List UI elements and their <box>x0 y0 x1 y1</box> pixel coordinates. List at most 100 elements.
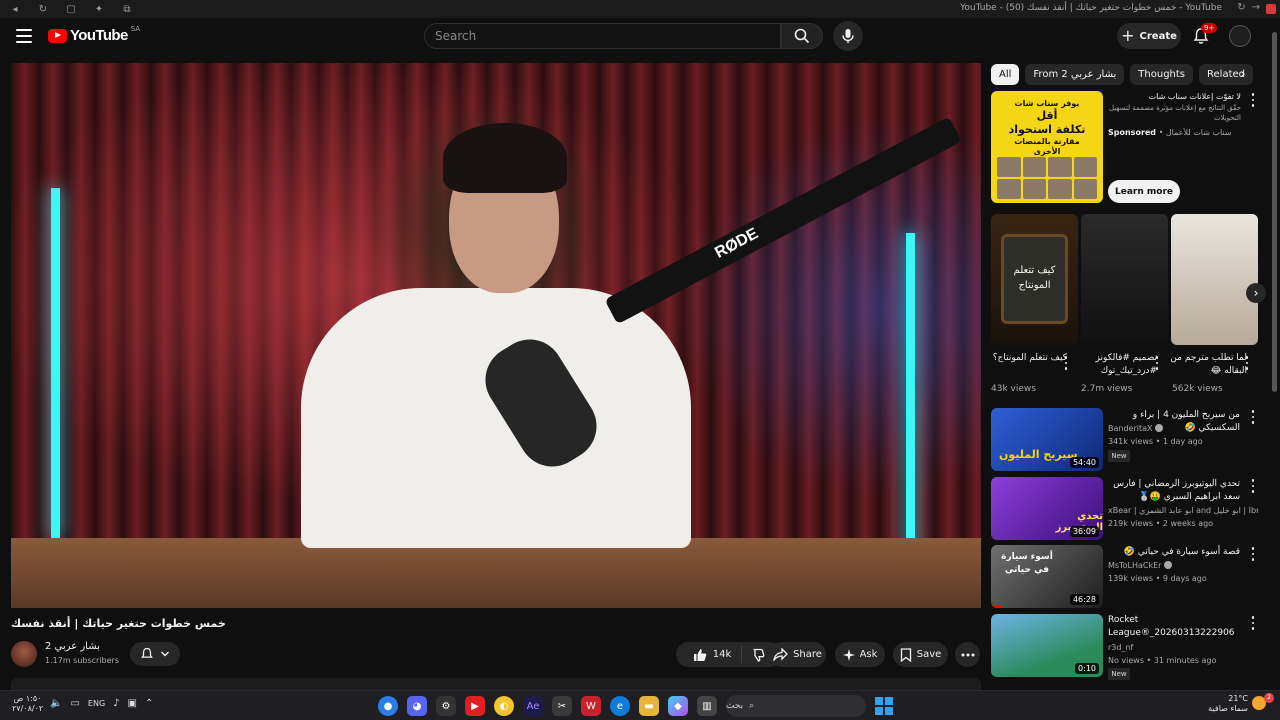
volume-icon[interactable]: 🔈 <box>50 698 62 709</box>
browser-tab-icon[interactable]: ⧉ <box>120 4 134 15</box>
short-thumbnail[interactable]: كيف تتعلم المونتاج <box>991 214 1078 345</box>
steam-app-icon[interactable]: ⚙ <box>436 696 456 716</box>
learn-more-button[interactable]: Learn more <box>1108 180 1180 203</box>
discord-app-icon[interactable]: ◕ <box>407 696 427 716</box>
scrollbar-thumb[interactable] <box>1272 32 1277 392</box>
account-avatar[interactable] <box>1229 25 1251 47</box>
video-desk <box>11 538 981 608</box>
browser-controls: ◂ ↻ ▢ ✦ ⧉ <box>0 4 134 15</box>
video-channel[interactable]: xBear | ابو عابد الشمري and ابو خليل | I… <box>1108 506 1258 515</box>
chip-from-channel[interactable]: From بشار عربي 2 <box>1025 63 1125 85</box>
short-title[interactable]: كيف تتعلم المونتاج؟ <box>989 352 1067 365</box>
edge-app-icon[interactable]: e <box>610 696 630 716</box>
notification-badge: 9+ <box>1201 23 1218 33</box>
video-person-hair <box>443 123 567 193</box>
notifications-button[interactable]: 9+ <box>1192 23 1218 47</box>
taskbar-search[interactable]: ⌕ بحث <box>726 695 866 717</box>
search-button[interactable] <box>781 23 823 49</box>
video-player[interactable]: RØDE <box>11 63 981 608</box>
menu-icon[interactable] <box>16 29 32 43</box>
more-actions-button[interactable] <box>955 642 980 667</box>
clock[interactable]: ١:٥٠ ص ٢٧/٠٨/٠٢ <box>12 694 43 714</box>
short-menu-icon[interactable] <box>1242 355 1252 371</box>
task-view-icon[interactable]: ▥ <box>697 696 717 716</box>
video-thumbnail[interactable]: 0:10 <box>991 614 1103 677</box>
video-meta: 139k views • 9 days ago <box>1108 574 1207 583</box>
browser-refresh-icon[interactable]: ↻ <box>36 4 50 15</box>
subscribed-notifications-button[interactable] <box>130 642 180 666</box>
video-title-link[interactable]: تحدي اليوتيوبرز الرمضاني | فارس سعد ابرا… <box>1108 478 1240 503</box>
video-channel[interactable]: r3d_nf <box>1108 643 1258 652</box>
chrome-app-icon[interactable]: ● <box>378 696 398 716</box>
video-menu-icon[interactable] <box>1248 546 1258 562</box>
wps-app-icon[interactable]: W <box>581 696 601 716</box>
browser-app-icon[interactable] <box>1266 4 1276 14</box>
chip-all[interactable]: All <box>991 63 1020 85</box>
after-effects-app-icon[interactable]: Ae <box>523 696 543 716</box>
tray-app-icon[interactable]: ◐ <box>494 696 514 716</box>
video-thumbnail[interactable]: سيربح المليون 54:40 <box>991 408 1103 471</box>
chevron-up-icon[interactable]: ⌃ <box>145 698 153 709</box>
browser-home-icon[interactable]: ▢ <box>64 4 78 15</box>
save-button[interactable]: Save <box>893 642 948 667</box>
taskbar-apps: ● ◕ ⚙ ▶ ◐ Ae ✂ W e ▬ ◆ ▥ ⌕ بحث <box>378 695 893 717</box>
like-button[interactable]: 14k <box>693 646 743 663</box>
weather-widget[interactable]: 21°C سماء صافية <box>1204 694 1248 715</box>
short-title[interactable]: تصميم #فالكونز #درد_تيك_توك <box>1079 352 1158 378</box>
language-indicator[interactable]: ENG <box>88 699 105 708</box>
file-explorer-icon[interactable]: ▬ <box>639 696 659 716</box>
ad-title[interactable]: لا تفوّت إعلانات سناب شات <box>1108 92 1241 102</box>
video-menu-icon[interactable] <box>1248 409 1258 425</box>
search-input[interactable] <box>425 24 780 48</box>
microphone-icon[interactable]: ♪ <box>113 698 119 709</box>
filter-chips: All From بشار عربي 2 Thoughts Related <box>991 63 1271 85</box>
browser-reload-icon[interactable]: ↻ <box>1237 2 1245 14</box>
channel-avatar[interactable] <box>11 641 37 667</box>
page-scrollbar[interactable] <box>1271 28 1279 690</box>
thumbs-down-icon <box>753 648 765 662</box>
network-icon[interactable]: ▭ <box>70 698 79 709</box>
system-tray: 🔈 ▭ ENG ♪ ▣ ⌃ <box>50 698 153 709</box>
video-title-link[interactable]: قصة أسوء سيارة في حياتي 🤣 <box>1108 546 1240 559</box>
video-channel[interactable]: BanderitaX <box>1108 424 1258 433</box>
capcut-app-icon[interactable]: ✂ <box>552 696 572 716</box>
dislike-button[interactable] <box>747 648 765 662</box>
short-thumbnail[interactable] <box>1081 214 1168 345</box>
video-menu-icon[interactable] <box>1248 478 1258 494</box>
video-thumbnail[interactable]: أسوء سيارة في حياتي 46:28 <box>991 545 1103 608</box>
channel-label: BanderitaX <box>1108 424 1153 433</box>
copilot-app-icon[interactable]: ◆ <box>668 696 688 716</box>
video-thumbnail[interactable]: تحدي اليوتيوبرز 36:09 <box>991 477 1103 540</box>
browser-forward-icon[interactable]: → <box>1252 2 1260 14</box>
youtube-app-icon[interactable]: ▶ <box>465 696 485 716</box>
share-button[interactable]: Share <box>769 642 826 667</box>
ask-label: Ask <box>859 649 878 660</box>
browser-back-icon[interactable]: ◂ <box>8 4 22 15</box>
short-menu-icon[interactable] <box>1152 355 1162 371</box>
video-title: خمس خطوات حتغير حياتك | أنقذ نفسك <box>11 617 226 630</box>
ad-advertiser: سناب شات للأعمال <box>1165 128 1232 137</box>
create-button[interactable]: + Create <box>1117 23 1181 49</box>
video-channel[interactable]: MsToLHaCkEr <box>1108 561 1258 570</box>
short-menu-icon[interactable] <box>1061 355 1071 371</box>
video-title-link[interactable]: Rocket League®_20260313222906 <box>1108 614 1240 639</box>
chip-thoughts[interactable]: Thoughts <box>1130 63 1194 85</box>
ask-button[interactable]: Ask <box>835 642 885 667</box>
ad-thumbnail[interactable]: يوفر سناب شات أقل تكلفة استحواذ مقارنة ب… <box>991 91 1103 203</box>
bell-icon <box>141 647 153 658</box>
tray-app-icon[interactable]: ▣ <box>128 698 137 709</box>
ad-banner-big2: تكلفة استحواذ <box>1008 122 1086 136</box>
browser-extensions-icon[interactable]: ✦ <box>92 4 106 15</box>
windows-start-icon[interactable] <box>875 697 893 715</box>
shorts-next-icon[interactable]: › <box>1246 283 1266 303</box>
youtube-logo[interactable]: YouTube SA <box>48 25 140 44</box>
chevron-right-icon[interactable]: › <box>1235 67 1251 85</box>
video-menu-icon[interactable] <box>1248 615 1258 631</box>
voice-search-button[interactable] <box>833 21 863 51</box>
browser-window-controls: ↻ → <box>1237 2 1276 14</box>
channel-name[interactable]: بشار عربي 2 <box>45 641 100 652</box>
short-thumbnail[interactable] <box>1171 214 1258 345</box>
ad-menu-icon[interactable] <box>1248 92 1258 108</box>
description-box[interactable] <box>11 678 981 690</box>
short-title[interactable]: لما تطلب مترجم من البقاله 😂 <box>1169 352 1247 378</box>
